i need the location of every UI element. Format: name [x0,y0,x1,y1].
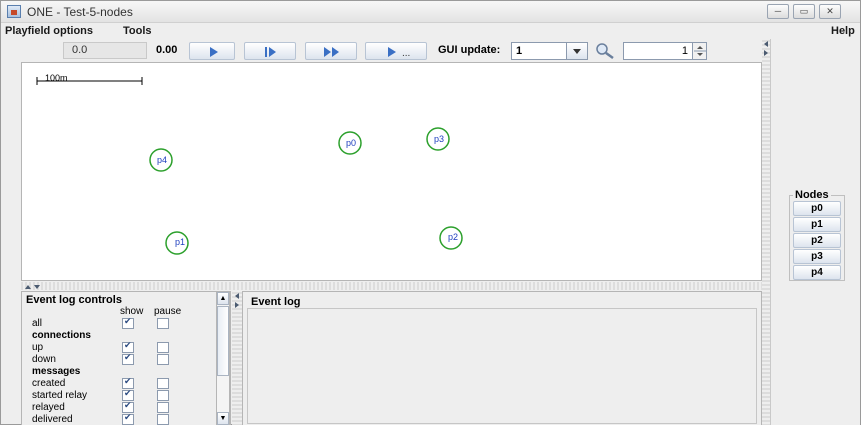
filter-label-created: created [32,378,66,389]
menu-playfield-options[interactable]: Playfield options [5,25,93,37]
app-icon [7,5,21,18]
node-p1-label: p1 [175,237,185,247]
filter-label-delivered: delivered [32,414,73,425]
filter-label-started-relay: started relay [32,390,88,401]
filter-label-down: down [32,354,56,365]
node-p4-label: p4 [157,155,167,165]
menu-bar: Playfield options Tools Help [1,23,860,39]
node-p2-label: p2 [448,232,458,242]
zoom-spinner[interactable]: 1 [623,42,707,60]
play-until-icon: ... [388,47,410,59]
splitter-arrows-icon [25,285,40,289]
node-p4[interactable]: p4 [149,148,173,172]
play-button[interactable] [189,42,235,60]
show-checkbox-delivered[interactable] [122,412,134,425]
playfield-svg: p0 p3 p4 p1 p2 [36,77,463,255]
gui-update-select[interactable]: 1 [511,42,567,60]
event-log-controls-title: Event log controls [26,294,122,306]
node-button-p2[interactable]: p2 [793,233,841,248]
step-button[interactable] [244,42,296,60]
pause-checkbox-up[interactable] [157,342,169,353]
node-button-p0[interactable]: p0 [793,201,841,216]
nodes-group-title: Nodes [793,189,831,201]
log-splitter[interactable] [232,291,242,425]
node-p2[interactable]: p2 [439,226,463,250]
node-p3-label: p3 [434,134,444,144]
gui-update-dropdown-button[interactable] [566,42,588,60]
node-p3[interactable]: p3 [426,127,450,151]
filter-label-up: up [32,342,44,353]
show-checkbox-down[interactable] [122,352,134,365]
filter-label-relayed: relayed [32,402,65,413]
menu-tools[interactable]: Tools [123,25,152,37]
node-button-p1[interactable]: p1 [793,217,841,232]
zoom-value: 1 [681,45,688,57]
main-window: ONE - Test-5-nodes ─ ▭ ✕ Playfield optio… [0,0,861,425]
vertical-splitter[interactable] [762,39,770,425]
pause-checkbox-created[interactable] [157,378,169,389]
event-log-area[interactable] [247,308,757,424]
scrollbar-thumb[interactable] [217,306,229,376]
event-log-panel: Event log [242,291,762,425]
window-title: ONE - Test-5-nodes [27,5,133,19]
zoom-spinner-buttons[interactable] [692,43,706,59]
node-button-p3[interactable]: p3 [793,249,841,264]
maximize-button[interactable]: ▭ [793,4,815,19]
gui-update-label: GUI update: [438,44,501,56]
spinner-arrows-icon [694,46,706,56]
play-icon [210,47,218,57]
step-icon [265,47,276,57]
horizontal-splitter[interactable] [21,282,762,290]
section-connections: connections [32,330,91,341]
node-p0-label: p0 [346,138,356,148]
sim-speed-value: 0.00 [156,44,178,56]
splitter-arrows-icon [235,293,239,308]
title-bar: ONE - Test-5-nodes ─ ▭ ✕ [1,1,860,23]
fast-forward-button[interactable] [305,42,357,60]
play-until-label: ... [402,48,410,59]
node-p1[interactable]: p1 [165,231,189,255]
splitter-arrows-icon [764,41,768,56]
pause-checkbox-delivered[interactable] [157,414,169,425]
node-button-p4[interactable]: p4 [793,265,841,280]
event-log-controls-panel: Event log controls show pause all connec… [21,291,231,425]
event-controls-scrollbar[interactable]: ▲ ▼ [216,291,230,425]
sim-time-field: 0.0 [63,42,147,59]
scroll-down-button[interactable]: ▼ [217,412,229,425]
scroll-up-button[interactable]: ▲ [217,292,229,305]
play-until-button[interactable]: ... [365,42,427,60]
pause-checkbox-down[interactable] [157,354,169,365]
pause-checkbox-started-relay[interactable] [157,390,169,401]
menu-help[interactable]: Help [831,25,855,37]
close-button[interactable]: ✕ [819,4,841,19]
show-checkbox-all[interactable] [122,316,134,329]
event-log-title: Event log [251,296,301,308]
magnifier-icon [596,43,614,60]
playfield-canvas[interactable]: p0 p3 p4 p1 p2 [21,62,762,281]
chevron-down-icon [573,49,581,54]
node-p0[interactable]: p0 [338,131,362,155]
filter-label-all: all [32,318,43,329]
pause-column-header: pause [154,306,182,317]
section-messages: messages [32,366,81,377]
scale-bar-label: 100m [45,73,68,83]
fast-forward-icon [324,47,339,57]
pause-checkbox-relayed[interactable] [157,402,169,413]
minimize-button[interactable]: ─ [767,4,789,19]
pause-checkbox-all[interactable] [157,318,169,329]
toolbar: 0.0 0.00 ... GUI update: 1 1 [1,39,761,61]
